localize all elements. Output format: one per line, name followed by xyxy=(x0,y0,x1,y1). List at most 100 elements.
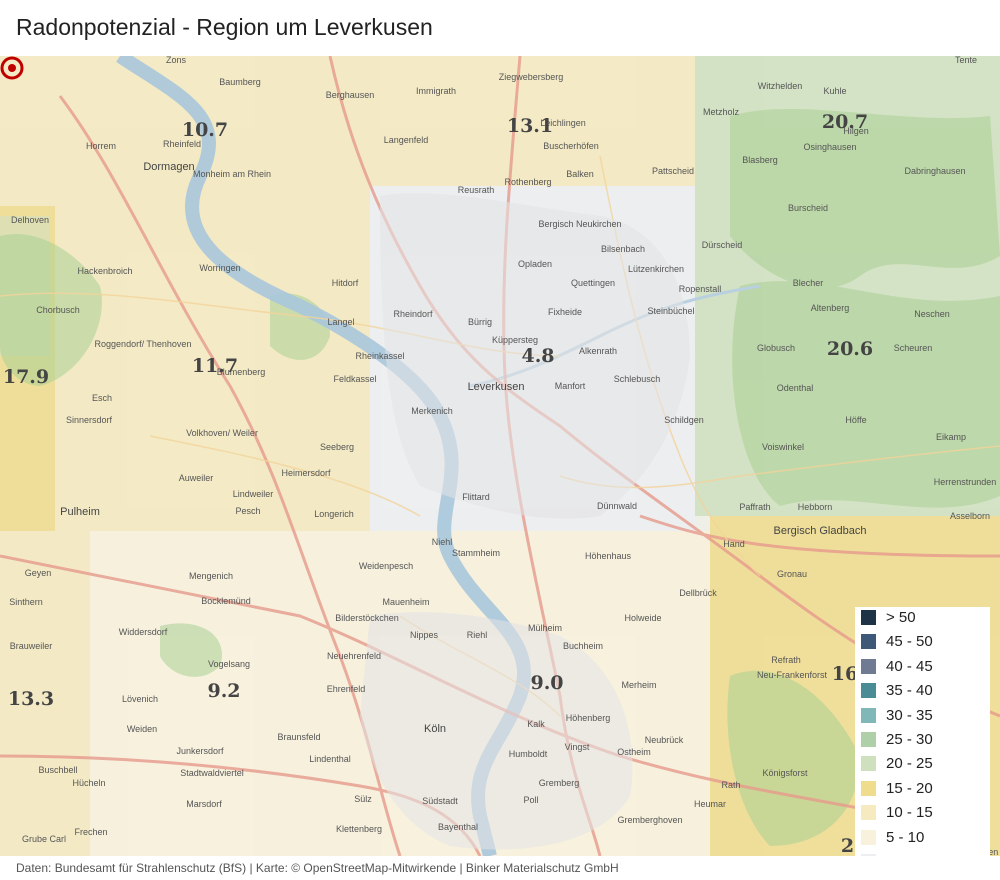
legend-swatch xyxy=(861,756,876,772)
place-name-label: Südstadt xyxy=(422,796,458,806)
legend-label: 5 - 10 xyxy=(886,828,925,846)
legend-swatch xyxy=(861,829,876,845)
place-name-label: Chorbusch xyxy=(36,305,80,315)
place-name-label: Rheinkassel xyxy=(355,351,405,361)
legend-label: 1 - 5 xyxy=(886,853,916,856)
place-name-label: Seeberg xyxy=(319,442,355,452)
place-name-label: Lindenthal xyxy=(309,754,351,764)
place-name-label: Mülheim xyxy=(527,623,563,633)
place-name-label: Vogelsang xyxy=(207,659,251,669)
legend: > 50 45 - 50 40 - 45 35 - 40 30 - 35 25 - 30 2… xyxy=(855,607,990,856)
place-name-label: Langenfeld xyxy=(383,135,429,145)
place-name-label: Ziegwebersberg xyxy=(498,72,564,82)
place-name-label: Leverkusen xyxy=(467,381,525,393)
place-name-label: Longerich xyxy=(314,509,354,519)
place-name-label: Gronau xyxy=(776,569,808,579)
place-name-label: Merheim xyxy=(621,680,657,690)
place-name-label: Lützenkirchen xyxy=(627,264,685,274)
place-name-label: Balken xyxy=(566,169,594,179)
place-name-label: Zons xyxy=(165,56,187,65)
place-name-label: Worringen xyxy=(199,263,241,273)
place-name-label: Herrenstrunden xyxy=(933,477,997,487)
radon-value-label: 17.9 xyxy=(2,366,50,388)
place-name-label: Heumar xyxy=(693,799,727,809)
place-name-label: Sinthern xyxy=(9,597,43,607)
place-name-label: Pesch xyxy=(235,506,261,516)
radon-value-label: 4.8 xyxy=(521,345,555,367)
legend-label: 30 - 35 xyxy=(886,706,933,724)
legend-swatch xyxy=(861,805,876,821)
radon-value-label: 20.6 xyxy=(826,338,874,360)
radon-value-label: 13.3 xyxy=(7,688,55,710)
place-name-label: Frechen xyxy=(74,827,108,837)
legend-label: 10 - 15 xyxy=(886,804,933,822)
place-name-label: Manfort xyxy=(554,381,586,391)
map-area[interactable]: Zons Baumberg Berghausen Immigrath Ziegweber… xyxy=(0,56,1000,856)
place-name-label: Bilsenbach xyxy=(600,244,646,254)
place-name-label: Neubrück xyxy=(644,735,684,745)
place-name-label: Junkersdorf xyxy=(176,746,224,756)
place-name-label: Odenthal xyxy=(776,383,814,393)
place-name-label: Blasberg xyxy=(742,155,778,165)
place-name-label: Paffrath xyxy=(739,502,771,512)
place-name-label: Ropenstall xyxy=(678,284,722,294)
place-name-label: Brauweiler xyxy=(9,641,53,651)
place-name-label: Merkenich xyxy=(411,406,453,416)
place-name-label: Osinghausen xyxy=(803,142,857,152)
place-name-label: Pulheim xyxy=(60,506,100,518)
place-name-label: Immigrath xyxy=(415,86,457,96)
place-name-label: Bürrig xyxy=(467,317,493,327)
place-name-label: Nippes xyxy=(409,630,439,640)
place-name-label: Monheim am Rhein xyxy=(192,169,272,179)
legend-swatch xyxy=(861,707,876,723)
place-name-label: Mauenheim xyxy=(382,597,430,607)
place-name-label: Eikamp xyxy=(935,432,967,442)
legend-label: 45 - 50 xyxy=(886,633,933,651)
location-marker-icon[interactable] xyxy=(0,56,24,80)
legend-swatch xyxy=(861,854,876,856)
place-name-label: Dellbrück xyxy=(679,588,717,598)
place-name-label: Burscheid xyxy=(787,203,829,213)
place-name-label: Niehl xyxy=(431,537,453,547)
place-name-label: Berghausen xyxy=(325,90,375,100)
place-name-label: Pattscheid xyxy=(651,166,695,176)
place-name-label: Hitdorf xyxy=(331,278,359,288)
map-canvas[interactable] xyxy=(0,56,1000,856)
place-name-label: Dabringhausen xyxy=(904,166,966,176)
place-name-label: Tente xyxy=(954,56,978,65)
place-name-label: Feldkassel xyxy=(333,374,377,384)
place-name-label: Globusch xyxy=(756,343,796,353)
place-name-label: Ostheim xyxy=(617,747,651,757)
place-name-label: Volkhoven/ Weiler xyxy=(186,428,258,438)
legend-swatch xyxy=(861,610,876,625)
radon-value-label: 9.2 xyxy=(207,680,241,702)
place-name-label: Gremberg xyxy=(538,778,580,788)
legend-swatch xyxy=(861,780,876,796)
legend-label: 40 - 45 xyxy=(886,657,933,675)
place-name-label: Rheindorf xyxy=(393,309,433,319)
place-name-label: Lövenich xyxy=(121,694,159,704)
place-name-label: Vingst xyxy=(564,742,590,752)
place-name-label: Metzholz xyxy=(702,107,740,117)
place-name-label: Poll xyxy=(523,795,539,805)
place-name-label: Kuhle xyxy=(823,86,847,96)
place-name-label: Weidenpesch xyxy=(358,561,414,571)
place-name-label: Buchheim xyxy=(562,641,604,651)
place-name-label: Hackenbroich xyxy=(77,266,133,276)
place-name-label: Altenberg xyxy=(810,303,850,313)
place-name-label: Hebborn xyxy=(797,502,833,512)
place-name-label: Buschbell xyxy=(38,765,78,775)
place-name-label: Voiswinkel xyxy=(761,442,805,452)
place-name-label: Dürscheid xyxy=(701,240,743,250)
place-name-label: Küppersteg xyxy=(491,335,539,345)
legend-label: 35 - 40 xyxy=(886,682,933,700)
place-name-label: Quettingen xyxy=(570,278,616,288)
place-name-label: Esch xyxy=(91,393,113,403)
place-name-label: Neschen xyxy=(914,309,950,319)
place-name-label: Blecher xyxy=(792,278,824,288)
place-name-label: Sinnersdorf xyxy=(65,415,113,425)
place-name-label: Ehrenfeld xyxy=(326,684,366,694)
place-name-label: Roggendorf/ Thenhoven xyxy=(94,339,192,349)
attribution-footer: Daten: Bundesamt für Strahlenschutz (BfS… xyxy=(16,861,619,875)
place-name-label: Neu-Frankenforst xyxy=(756,670,828,680)
